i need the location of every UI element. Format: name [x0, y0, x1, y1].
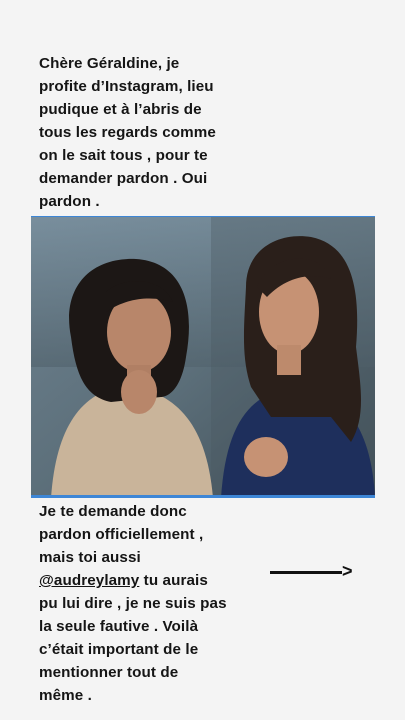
caption-line: c’était important de le [39, 641, 199, 658]
instagram-story: Chère Géraldine, je profite d’Instagram,… [0, 0, 405, 720]
caption-line: pardon . [39, 193, 100, 210]
story-caption-bottom: Je te demande donc pardon officiellement… [39, 500, 269, 707]
arrow-head: > [342, 561, 353, 581]
caption-line: on le sait tous , pour te [39, 147, 208, 164]
caption-line-with-mention: @audreylamy tu aurais [39, 569, 269, 592]
photo-illustration [31, 217, 375, 498]
story-caption-top: Chère Géraldine, je profite d’Instagram,… [39, 52, 284, 213]
caption-line: profite d’Instagram, lieu [39, 78, 214, 95]
caption-line: pudique et à l’abris de [39, 101, 202, 118]
story-photo [31, 217, 375, 498]
caption-line: tous les regards comme [39, 124, 216, 141]
arrow-shaft [270, 571, 342, 574]
mention-link[interactable]: @audreylamy [39, 572, 139, 589]
caption-line: mais toi aussi [39, 549, 141, 566]
caption-line: mentionner tout de [39, 664, 179, 681]
caption-fragment: tu aurais [139, 572, 208, 589]
caption-line: Je te demande donc [39, 503, 187, 520]
arrow-right-icon: > [270, 561, 360, 582]
photo-bottom-border [31, 495, 375, 498]
caption-line: même . [39, 687, 92, 704]
caption-line: pardon officiellement , [39, 526, 204, 543]
caption-line: demander pardon . Oui [39, 170, 208, 187]
caption-line: pu lui dire , je ne suis pas [39, 595, 227, 612]
caption-line: la seule fautive . Voilà [39, 618, 199, 635]
caption-line: Chère Géraldine, je [39, 55, 180, 72]
